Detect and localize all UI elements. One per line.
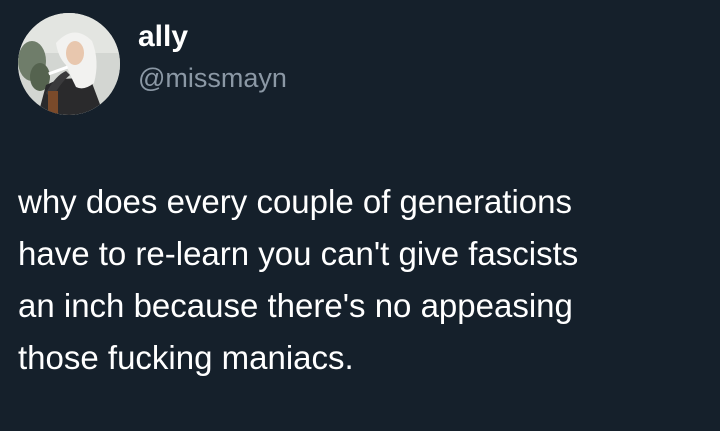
- display-name[interactable]: ally: [138, 19, 287, 55]
- avatar[interactable]: [18, 13, 120, 115]
- tweet-text-line: have to re-learn you can't give fascists: [18, 235, 579, 272]
- author-names: ally @missmayn: [138, 19, 287, 95]
- tweet-card: ally @missmayn why does every couple of …: [0, 0, 720, 431]
- tweet-text-line: those fucking maniacs.: [18, 339, 354, 376]
- tweet-text-line: why does every couple of generations: [18, 183, 573, 220]
- avatar-image: [18, 13, 120, 115]
- tweet-text-line: an inch because there's no appeasing: [18, 287, 573, 324]
- tweet-text: why does every couple of generations have…: [18, 176, 708, 384]
- user-handle[interactable]: @missmayn: [138, 61, 287, 95]
- tweet-header: ally @missmayn: [18, 13, 287, 115]
